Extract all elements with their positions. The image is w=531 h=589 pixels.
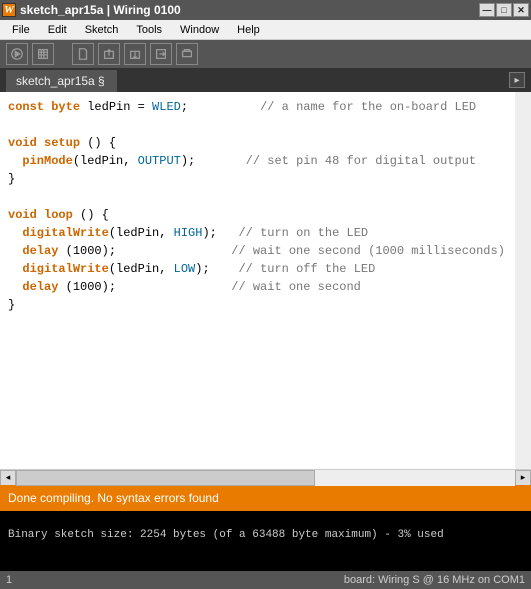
app-icon: W	[2, 3, 16, 17]
scroll-right-icon[interactable]: ▸	[515, 470, 531, 486]
code-line: digitalWrite(ledPin, LOW); // turn off t…	[8, 260, 507, 278]
board-info: board: Wiring S @ 16 MHz on COM1	[344, 574, 525, 586]
code-editor[interactable]: const byte ledPin = WLED; // a name for …	[0, 92, 531, 469]
serial-button[interactable]	[176, 43, 198, 65]
horizontal-scrollbar[interactable]: ◂ ▸	[0, 469, 531, 485]
menu-bar: File Edit Sketch Tools Window Help	[0, 20, 531, 40]
compile-status: Done compiling. No syntax errors found	[0, 485, 531, 511]
code-line	[8, 116, 507, 134]
title-bar: W sketch_apr15a | Wiring 0100 — □ ✕	[0, 0, 531, 20]
menu-tools[interactable]: Tools	[128, 22, 170, 38]
console-output: Binary sketch size: 2254 bytes (of a 634…	[0, 511, 531, 571]
menu-edit[interactable]: Edit	[40, 22, 75, 38]
code-line	[8, 188, 507, 206]
menu-help[interactable]: Help	[229, 22, 268, 38]
scroll-left-icon[interactable]: ◂	[0, 470, 16, 486]
export-button[interactable]	[150, 43, 172, 65]
minimize-button[interactable]: —	[479, 3, 495, 17]
code-line: }	[8, 170, 507, 188]
code-line: digitalWrite(ledPin, HIGH); // turn on t…	[8, 224, 507, 242]
scroll-thumb[interactable]	[16, 470, 315, 486]
open-button[interactable]	[98, 43, 120, 65]
stop-button[interactable]	[32, 43, 54, 65]
footer-bar: 1 board: Wiring S @ 16 MHz on COM1	[0, 571, 531, 589]
save-button[interactable]	[124, 43, 146, 65]
new-button[interactable]	[72, 43, 94, 65]
code-line: void setup () {	[8, 134, 507, 152]
scroll-track[interactable]	[16, 470, 515, 486]
menu-sketch[interactable]: Sketch	[77, 22, 127, 38]
window-title: sketch_apr15a | Wiring 0100	[20, 3, 479, 17]
code-line: pinMode(ledPin, OUTPUT); // set pin 48 f…	[8, 152, 507, 170]
run-button[interactable]	[6, 43, 28, 65]
tab-bar: sketch_apr15a § ▸	[0, 68, 531, 92]
menu-window[interactable]: Window	[172, 22, 227, 38]
code-line: delay (1000); // wait one second	[8, 278, 507, 296]
code-line: }	[8, 296, 507, 314]
line-number: 1	[6, 574, 12, 586]
close-button[interactable]: ✕	[513, 3, 529, 17]
maximize-button[interactable]: □	[496, 3, 512, 17]
toolbar	[0, 40, 531, 68]
tab-menu-button[interactable]: ▸	[509, 72, 525, 88]
code-line: void loop () {	[8, 206, 507, 224]
tab-sketch[interactable]: sketch_apr15a §	[6, 70, 117, 92]
code-line: delay (1000); // wait one second (1000 m…	[8, 242, 507, 260]
menu-file[interactable]: File	[4, 22, 38, 38]
code-line: const byte ledPin = WLED; // a name for …	[8, 98, 507, 116]
